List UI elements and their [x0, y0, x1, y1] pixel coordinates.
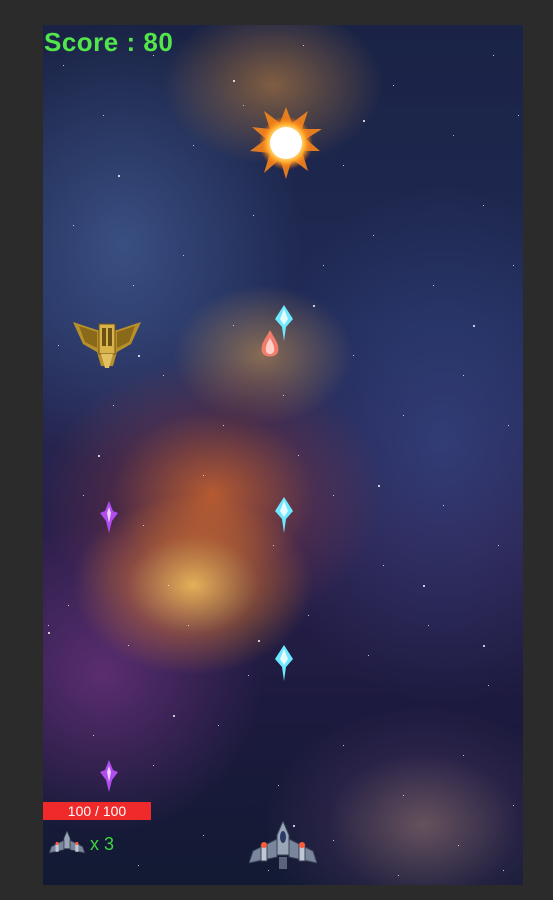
game-canvas[interactable]	[43, 25, 523, 885]
purple-bullet-icon	[100, 501, 118, 533]
lives-ship-icon	[48, 831, 86, 854]
enemy-ship-icon	[73, 322, 141, 368]
cyan-bullet-icon	[275, 497, 293, 533]
health-text: 100 / 100	[67, 803, 127, 819]
player-ship-icon[interactable]	[249, 821, 317, 871]
purple-bullet-icon	[100, 760, 118, 792]
cyan-bullet-icon	[275, 645, 293, 681]
explosion-icon	[250, 107, 322, 179]
lives-indicator: x 3	[48, 830, 114, 858]
score-label: Score : 80	[44, 27, 174, 57]
lives-count: x 3	[90, 833, 115, 854]
health-bar: 100 / 100	[43, 802, 151, 820]
enemy-fire-bullet-icon	[261, 330, 279, 357]
